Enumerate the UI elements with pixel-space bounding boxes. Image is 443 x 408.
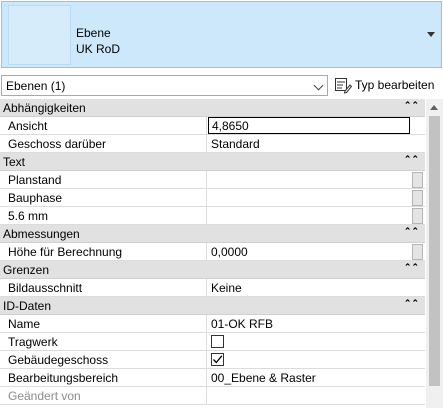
property-value [208, 387, 410, 405]
property-value-input[interactable]: 4,8650 [208, 117, 410, 134]
property-row-bauphase: Bauphase [0, 189, 425, 207]
type-selector[interactable]: Ebene UK RoD [1, 1, 442, 68]
property-name: Geändert von [0, 387, 207, 405]
property-row-hoehe: Höhe für Berechnung 0,0000 [0, 243, 425, 261]
type-name-label: UK RoD [76, 42, 121, 56]
property-value[interactable]: Keine [208, 279, 410, 297]
property-name: Bearbeitungsbereich [0, 369, 207, 387]
property-name: Name [0, 315, 207, 333]
property-row-tragwerk: Tragwerk [0, 333, 425, 351]
property-name: Bauphase [0, 189, 207, 207]
edit-type-button[interactable]: Typ bearbeiten [333, 75, 443, 96]
category-label: Abhängigkeiten [3, 101, 86, 115]
category-constraints[interactable]: Abhängigkeiten ⌃⌃ [0, 99, 425, 117]
filter-row: Ebenen (1) Typ bearbeiten [0, 72, 443, 98]
property-name: Tragwerk [0, 333, 207, 351]
category-dimensions[interactable]: Abmessungen ⌃⌃ [0, 225, 425, 243]
collapse-icon[interactable]: ⌃⌃ [404, 227, 419, 236]
property-row-geschoss-darueber: Geschoss darüber Standard [0, 135, 425, 153]
collapse-icon[interactable]: ⌃⌃ [404, 299, 419, 308]
edit-type-label: Typ bearbeiten [355, 78, 435, 92]
property-name: Bildausschnitt [0, 279, 207, 297]
type-family-label: Ebene [76, 26, 111, 40]
property-row-bildausschnitt: Bildausschnitt Keine [0, 279, 425, 297]
property-value[interactable] [208, 189, 410, 207]
collapse-icon[interactable]: ⌃⌃ [404, 155, 419, 164]
property-row-geaendert-von: Geändert von [0, 387, 425, 405]
type-preview-image [8, 5, 71, 65]
chevron-down-icon [313, 80, 324, 91]
property-row-gebaeudegeschoss: Gebäudegeschoss [0, 351, 425, 369]
edit-type-icon [335, 78, 352, 94]
property-name: Höhe für Berechnung [0, 243, 207, 261]
property-value[interactable] [208, 171, 410, 189]
property-row-mm: 5.6 mm [0, 207, 425, 225]
property-value[interactable]: Standard [208, 135, 410, 153]
property-row-ansicht: Ansicht 4,8650 [0, 117, 425, 135]
edit-value-button[interactable] [412, 244, 423, 260]
checkmark-icon [213, 355, 223, 364]
property-row-bearbeitungsbereich: Bearbeitungsbereich 00_Ebene & Raster [0, 369, 425, 387]
property-value[interactable]: 01-OK RFB [208, 315, 410, 333]
property-name: Ansicht [0, 117, 207, 135]
collapse-icon[interactable]: ⌃⌃ [404, 263, 419, 272]
scroll-thumb[interactable] [429, 116, 440, 386]
edit-value-button[interactable] [412, 208, 423, 224]
edit-value-button[interactable] [412, 190, 423, 206]
collapse-icon[interactable]: ⌃⌃ [404, 101, 419, 110]
property-name: Gebäudegeschoss [0, 351, 207, 369]
edit-value-button[interactable] [412, 172, 423, 188]
gebaeudegeschoss-checkbox[interactable] [211, 353, 224, 366]
property-value[interactable]: 0,0000 [208, 243, 410, 261]
category-text[interactable]: Text ⌃⌃ [0, 153, 425, 171]
scroll-up-arrow-icon[interactable] [430, 105, 438, 110]
dropdown-arrow-icon[interactable] [427, 32, 435, 37]
property-name: Planstand [0, 171, 207, 189]
property-value[interactable] [208, 207, 410, 225]
property-row-name: Name 01-OK RFB [0, 315, 425, 333]
property-row-planstand: Planstand [0, 171, 425, 189]
category-identity[interactable]: ID-Daten ⌃⌃ [0, 297, 425, 315]
category-label: ID-Daten [3, 299, 52, 313]
property-value[interactable]: 00_Ebene & Raster [208, 369, 410, 387]
category-extents[interactable]: Grenzen ⌃⌃ [0, 261, 425, 279]
properties-grid: Abhängigkeiten ⌃⌃ Ansicht 4,8650 Geschos… [0, 99, 425, 408]
category-label: Grenzen [3, 263, 50, 277]
property-name: Geschoss darüber [0, 135, 207, 153]
category-label: Text [3, 155, 26, 169]
category-label: Abmessungen [3, 227, 80, 241]
vertical-scrollbar[interactable] [426, 99, 443, 408]
element-filter-value: Ebenen (1) [6, 79, 66, 93]
tragwerk-checkbox[interactable] [211, 335, 224, 348]
property-name: 5.6 mm [0, 207, 207, 225]
element-filter-select[interactable]: Ebenen (1) [1, 75, 328, 96]
